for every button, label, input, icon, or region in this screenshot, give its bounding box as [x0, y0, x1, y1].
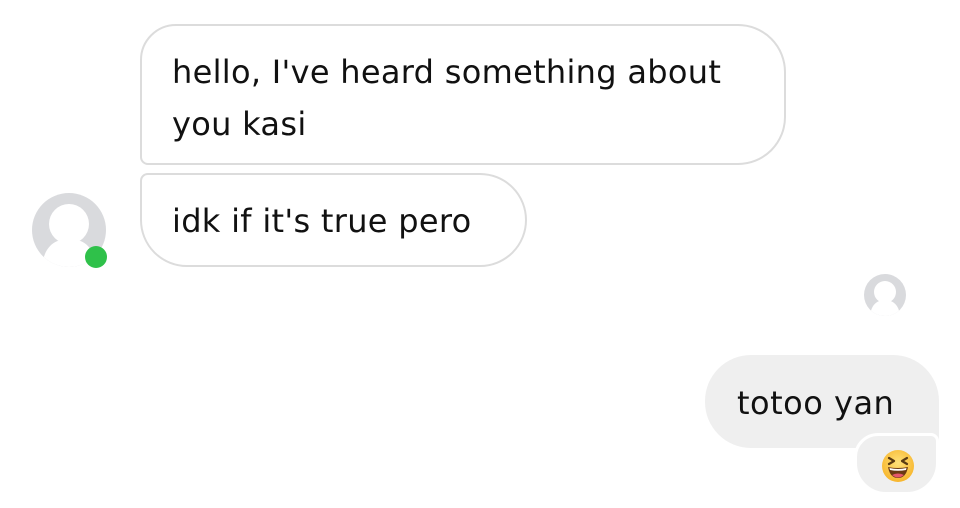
- default-person-icon: [870, 281, 900, 316]
- online-status-dot: [85, 246, 107, 268]
- message-text: idk if it's true pero: [172, 202, 472, 240]
- incoming-message-bubble[interactable]: hello, I've heard something about you ka…: [140, 24, 786, 165]
- read-receipt-avatar: [864, 274, 906, 316]
- incoming-message-bubble[interactable]: idk if it's true pero: [140, 173, 527, 267]
- message-text: hello, I've heard something about you ka…: [172, 53, 722, 143]
- outgoing-emoji-bubble[interactable]: [854, 433, 939, 495]
- message-text: totoo yan: [737, 384, 895, 422]
- laughing-face-icon: [882, 450, 914, 482]
